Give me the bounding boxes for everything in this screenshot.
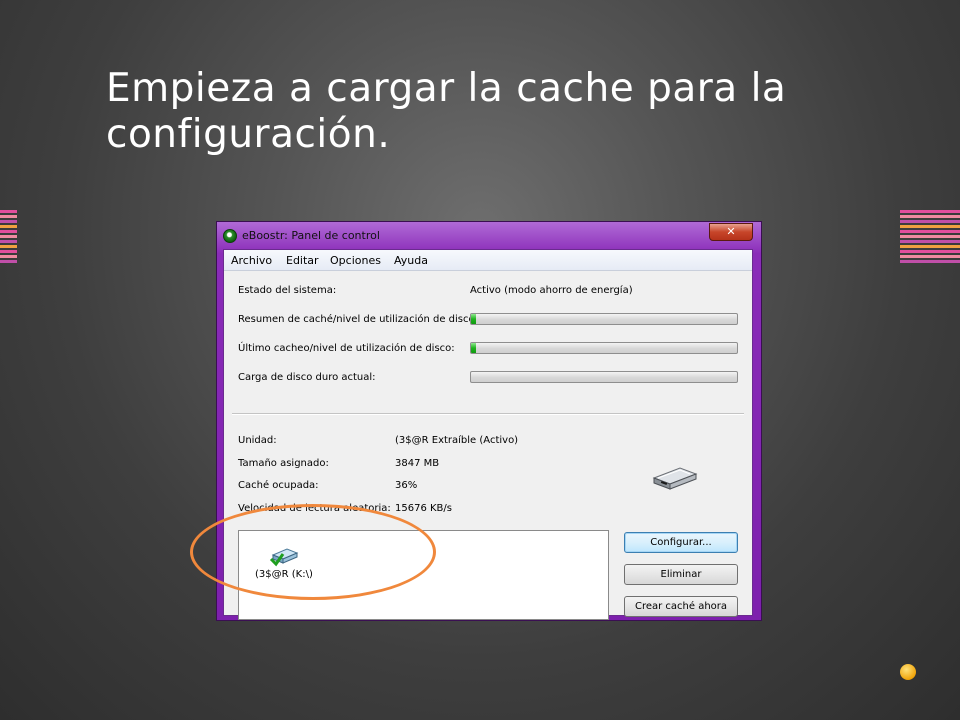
system-state-label: Estado del sistema: xyxy=(238,285,337,296)
window-title: eBoostr: Panel de control xyxy=(242,229,380,242)
removable-drive-icon xyxy=(652,467,698,490)
create-cache-button[interactable]: Crear caché ahora xyxy=(624,596,738,617)
disk-load-label: Carga de disco duro actual: xyxy=(238,372,376,383)
unit-label: Unidad: xyxy=(238,435,277,446)
remove-button[interactable]: Eliminar xyxy=(624,564,738,585)
used-value: 36% xyxy=(395,480,418,491)
system-state-value: Activo (modo ahorro de energía) xyxy=(470,285,633,296)
orange-dot xyxy=(900,664,916,680)
configure-button[interactable]: Configurar... xyxy=(624,532,738,553)
menu-archivo[interactable]: Archivo xyxy=(231,254,272,267)
size-label: Tamaño asignado: xyxy=(238,458,329,469)
section-divider xyxy=(232,413,744,415)
slide-title: Empieza a cargar la cache para la config… xyxy=(106,66,787,157)
highlight-circle xyxy=(190,504,436,600)
app-icon xyxy=(223,229,237,243)
menu-editar[interactable]: Editar xyxy=(286,254,319,267)
last-cache-progress xyxy=(470,342,738,354)
size-value: 3847 MB xyxy=(395,458,440,469)
menu-opciones[interactable]: Opciones xyxy=(330,254,381,267)
menu-ayuda[interactable]: Ayuda xyxy=(394,254,428,267)
title-bar[interactable]: eBoostr: Panel de control ✕ xyxy=(217,222,761,248)
unit-value: (3$@R Extraíble (Activo) xyxy=(395,435,519,446)
left-stripes xyxy=(0,210,17,265)
right-stripes xyxy=(900,210,960,265)
cache-summary-fill xyxy=(471,314,477,324)
menu-bar: Archivo Editar Opciones Ayuda xyxy=(224,250,752,271)
last-cache-label: Último cacheo/nivel de utilización de di… xyxy=(238,343,455,354)
speed-value: 15676 KB/s xyxy=(395,503,452,514)
disk-load-progress xyxy=(470,371,738,383)
cache-summary-progress xyxy=(470,313,738,325)
used-label: Caché ocupada: xyxy=(238,480,319,491)
cache-summary-label: Resumen de caché/nivel de utilización de… xyxy=(238,314,478,325)
last-cache-fill xyxy=(471,343,477,353)
close-button[interactable]: ✕ xyxy=(709,223,753,241)
